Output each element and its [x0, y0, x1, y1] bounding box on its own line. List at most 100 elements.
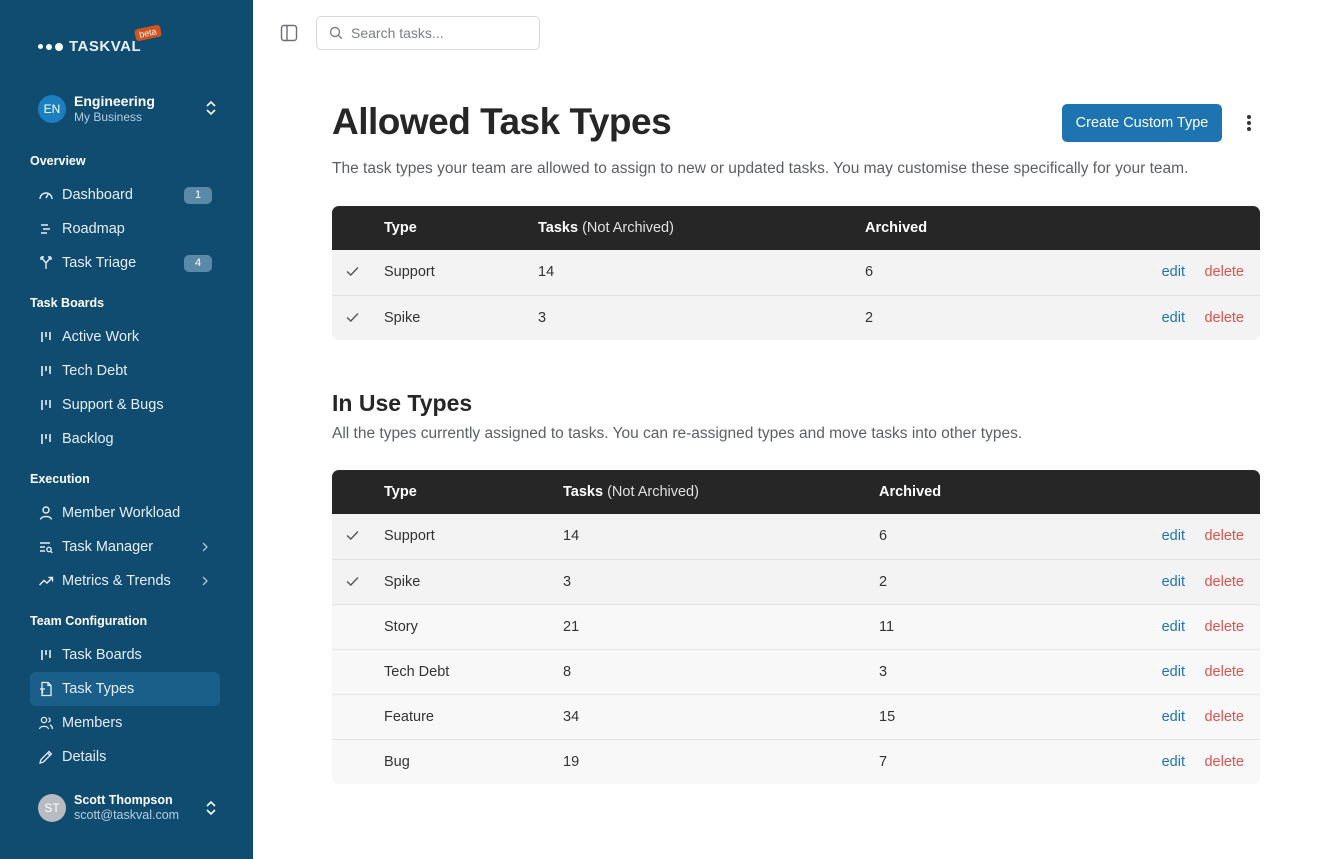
more-options-icon[interactable] — [1240, 112, 1258, 134]
board-icon — [38, 397, 54, 413]
sidebar-toggle-icon[interactable] — [280, 24, 298, 42]
tasks-cell: 8 — [563, 664, 572, 680]
sidebar-item-task-manager[interactable]: Task Manager — [30, 530, 220, 564]
tasks-cell: 21 — [563, 619, 580, 635]
type-cell: Feature — [384, 709, 434, 725]
workspace-switcher[interactable]: EN Engineering My Business — [38, 93, 218, 124]
logo-text: TASKVAL — [69, 38, 142, 55]
workspace-avatar: EN — [38, 94, 66, 123]
tasks-cell: 19 — [563, 754, 580, 770]
user-icon — [38, 505, 54, 521]
board-icon — [38, 363, 54, 379]
section-heading-in-use: In Use Types — [332, 390, 473, 416]
table-row: Bug 19 7 edit delete — [332, 739, 1260, 784]
section-title-execution: Execution — [30, 472, 90, 486]
check-icon — [346, 267, 359, 276]
delete-link[interactable]: delete — [1204, 560, 1244, 605]
type-cell: Spike — [384, 310, 421, 326]
dashboard-count-badge: 1 — [184, 187, 212, 204]
delete-link[interactable]: delete — [1204, 514, 1244, 559]
edit-link[interactable]: edit — [1162, 695, 1185, 740]
sidebar-item-backlog[interactable]: Backlog — [30, 422, 220, 456]
page-description: The task types your team are allowed to … — [332, 160, 1189, 177]
sidebar-item-label: Task Types — [62, 681, 135, 697]
sidebar-item-task-types[interactable]: Task Types — [30, 672, 220, 706]
sidebar-item-task-boards[interactable]: Task Boards — [30, 638, 220, 672]
edit-link[interactable]: edit — [1162, 514, 1185, 559]
tasks-cell: 3 — [563, 574, 572, 590]
sidebar-item-task-triage[interactable]: Task Triage 4 — [30, 246, 220, 280]
type-cell: Support — [384, 528, 435, 544]
archived-cell: 3 — [879, 664, 888, 680]
split-icon — [38, 255, 54, 271]
sidebar-item-active-work[interactable]: Active Work — [30, 320, 220, 354]
users-icon — [38, 715, 54, 731]
workspace-subtitle: My Business — [74, 109, 143, 124]
search-input[interactable] — [351, 25, 521, 41]
table-row: Spike 3 2 edit delete — [332, 295, 1260, 340]
edit-link[interactable]: edit — [1162, 560, 1185, 605]
edit-link[interactable]: edit — [1162, 650, 1185, 695]
check-icon — [346, 531, 359, 540]
trending-up-icon — [38, 573, 54, 589]
sidebar-item-metrics-trends[interactable]: Metrics & Trends — [30, 564, 220, 598]
delete-link[interactable]: delete — [1204, 695, 1244, 740]
sidebar-item-label: Backlog — [62, 431, 114, 447]
sidebar-item-roadmap[interactable]: Roadmap — [30, 212, 220, 246]
sidebar-item-details[interactable]: Details — [30, 740, 220, 774]
tasks-cell: 34 — [563, 709, 580, 725]
archived-cell: 2 — [865, 310, 874, 326]
page-title: Allowed Task Types — [332, 101, 672, 142]
type-cell: Spike — [384, 574, 421, 590]
edit-link[interactable]: edit — [1162, 296, 1185, 340]
archived-cell: 11 — [879, 619, 895, 635]
sidebar-item-label: Members — [62, 715, 123, 731]
sidebar-item-support-bugs[interactable]: Support & Bugs — [30, 388, 220, 422]
check-icon — [346, 313, 359, 322]
section-title-task-boards: Task Boards — [30, 296, 105, 310]
search-box[interactable] — [316, 16, 540, 50]
archived-cell: 6 — [865, 264, 874, 280]
sidebar-item-tech-debt[interactable]: Tech Debt — [30, 354, 220, 388]
edit-link[interactable]: edit — [1162, 250, 1185, 295]
sidebar-item-label: Dashboard — [62, 187, 133, 203]
archived-cell: 7 — [879, 754, 888, 770]
sidebar-item-dashboard[interactable]: Dashboard 1 — [30, 178, 220, 212]
sidebar-item-member-workload[interactable]: Member Workload — [30, 496, 220, 530]
delete-link[interactable]: delete — [1204, 250, 1244, 295]
search-icon — [329, 26, 343, 40]
column-header-tasks: Tasks (Not Archived) — [563, 484, 699, 500]
sidebar-nav: Overview Dashboard 1 Roadmap Task Triage… — [30, 150, 220, 774]
edit-link[interactable]: edit — [1162, 605, 1185, 650]
table-row: Feature 34 15 edit delete — [332, 694, 1260, 739]
logo-dots-icon — [38, 42, 63, 51]
delete-link[interactable]: delete — [1204, 296, 1244, 340]
sidebar-item-label: Active Work — [62, 329, 140, 345]
sidebar-item-label: Metrics & Trends — [62, 573, 171, 589]
table-row: Support 14 6 edit delete — [332, 514, 1260, 559]
sidebar-item-label: Details — [62, 749, 107, 765]
user-menu[interactable]: ST Scott Thompson scott@taskval.com — [38, 793, 218, 823]
table-row: Story 21 11 edit delete — [332, 604, 1260, 649]
column-header-archived: Archived — [865, 220, 928, 236]
delete-link[interactable]: delete — [1204, 650, 1244, 695]
sidebar-item-label: Task Manager — [62, 539, 154, 555]
chevron-right-icon — [202, 576, 208, 586]
sidebar: TASKVAL beta EN Engineering My Business … — [0, 0, 253, 859]
board-icon — [38, 647, 54, 663]
sidebar-item-label: Tech Debt — [62, 363, 128, 379]
table-header: Type Tasks (Not Archived) Archived — [332, 470, 1260, 514]
roadmap-icon — [38, 221, 54, 237]
section-title-overview: Overview — [30, 154, 86, 168]
sidebar-item-label: Task Triage — [62, 255, 137, 271]
app-logo[interactable]: TASKVAL beta — [38, 24, 162, 55]
board-icon — [38, 329, 54, 345]
delete-link[interactable]: delete — [1204, 740, 1244, 784]
edit-link[interactable]: edit — [1162, 740, 1185, 784]
create-custom-type-button[interactable]: Create Custom Type — [1062, 104, 1222, 142]
type-cell: Story — [384, 619, 418, 635]
sidebar-item-members[interactable]: Members — [30, 706, 220, 740]
in-use-types-table: Type Tasks (Not Archived) Archived Suppo… — [332, 470, 1260, 784]
board-icon — [38, 431, 54, 447]
delete-link[interactable]: delete — [1204, 605, 1244, 650]
